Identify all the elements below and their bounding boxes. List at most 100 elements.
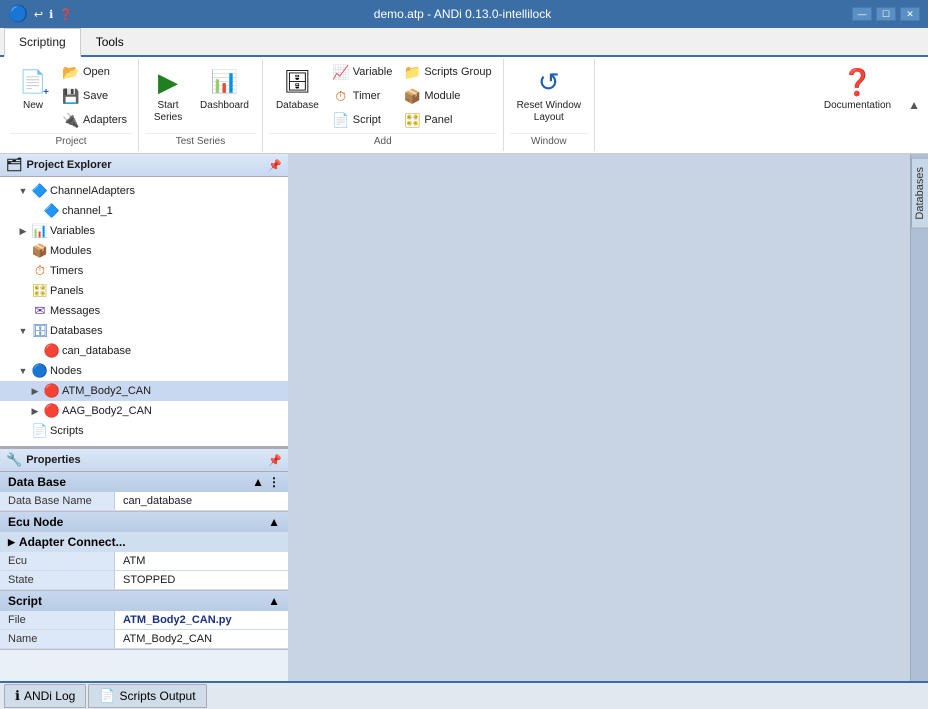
- section-ecunode-label: Ecu Node: [8, 515, 63, 529]
- title-bar: 🔵 ↩ ℹ ❓ demo.atp - ANDi 0.13.0-intellilo…: [0, 0, 928, 28]
- save-label: Save: [83, 90, 108, 102]
- script-button[interactable]: 📄 Script: [328, 109, 398, 131]
- properties-content: Data Base ▲ ⋮ Data Base Name can_databas…: [0, 472, 288, 681]
- tree-item-channeladapters[interactable]: ▼ 🔷 ChannelAdapters: [0, 181, 288, 201]
- databases-label: Databases: [50, 325, 103, 337]
- scripts-group-button[interactable]: 📁 Scripts Group: [399, 61, 496, 83]
- maximize-button[interactable]: ☐: [876, 7, 896, 21]
- timer-icon: ⏱: [333, 88, 349, 104]
- tree-item-atmbody2can[interactable]: ▶ 🔴 ATM_Body2_CAN: [0, 381, 288, 401]
- properties-controls: 📌: [268, 454, 282, 467]
- props-label-ecu: Ecu: [0, 552, 115, 570]
- timer-button[interactable]: ⏱ Timer: [328, 85, 398, 107]
- properties-header-icon: 🔧: [6, 452, 22, 468]
- section-script-header[interactable]: Script ▲: [0, 591, 288, 611]
- properties-title: Properties: [26, 454, 80, 466]
- ribbon-group-testseries: ▶ Start Series 📊 Dashboard Test Series: [139, 59, 263, 151]
- section-database: Data Base ▲ ⋮ Data Base Name can_databas…: [0, 472, 288, 512]
- props-value-file[interactable]: ATM_Body2_CAN.py: [115, 611, 288, 629]
- start-series-icon: ▶: [152, 66, 184, 98]
- tree-item-channel1[interactable]: 🔷 channel_1: [0, 201, 288, 221]
- nodes-label: Nodes: [50, 365, 82, 377]
- channel1-label: channel_1: [62, 205, 113, 217]
- quick-access-help[interactable]: ❓: [59, 8, 73, 21]
- props-value-state[interactable]: STOPPED: [115, 571, 288, 589]
- adapters-button[interactable]: 🔌 Adapters: [58, 109, 132, 131]
- props-value-name[interactable]: ATM_Body2_CAN: [115, 630, 288, 648]
- channeladapters-icon: 🔷: [32, 183, 48, 199]
- tree-item-aagbody2can[interactable]: ▶ 🔴 AAG_Body2_CAN: [0, 401, 288, 421]
- tree-item-scripts[interactable]: 📄 Scripts: [0, 421, 288, 441]
- panel-button[interactable]: 🎛 Panel: [399, 109, 496, 131]
- chevron-right3-icon: ▶: [28, 406, 42, 417]
- ribbon-collapse-btn[interactable]: ▲: [904, 59, 924, 151]
- messages-label: Messages: [50, 305, 100, 317]
- project-group-label: Project: [10, 133, 132, 149]
- props-sub-adapter[interactable]: ▶ Adapter Connect...: [0, 532, 288, 552]
- section-script-collapse-icon: ▲: [268, 594, 280, 608]
- tree-item-variables[interactable]: ▶ 📊 Variables: [0, 221, 288, 241]
- scripts-output-tab[interactable]: 📄 Scripts Output: [88, 684, 206, 708]
- tree-item-modules[interactable]: 📦 Modules: [0, 241, 288, 261]
- add-small-buttons: 📈 Variable ⏱ Timer 📄 Script: [328, 61, 398, 131]
- module-button[interactable]: 📦 Module: [399, 85, 496, 107]
- scripts-label: Scripts: [50, 425, 84, 437]
- reset-window-button[interactable]: ↺ Reset Window Layout: [510, 61, 588, 129]
- andi-log-label: ANDi Log: [24, 689, 75, 703]
- databases-sidebar-tab[interactable]: Databases: [911, 158, 928, 229]
- ribbon-group-project: 📄 + New 📂 Open 💾 Save 🔌 Adapters: [4, 59, 139, 151]
- dashboard-button[interactable]: 📊 Dashboard: [193, 61, 256, 117]
- start-series-button[interactable]: ▶ Start Series: [145, 61, 191, 129]
- tree-item-nodes[interactable]: ▼ 🔵 Nodes: [0, 361, 288, 381]
- ribbon-spacer: [595, 59, 811, 151]
- props-row-state: State STOPPED: [0, 571, 288, 590]
- variable-button[interactable]: 📈 Variable: [328, 61, 398, 83]
- database-label: Database: [276, 100, 319, 112]
- panels-icon: 🎛: [32, 283, 48, 299]
- tab-tools[interactable]: Tools: [81, 28, 139, 55]
- database-button[interactable]: 🗄 Database: [269, 61, 326, 117]
- props-label-state: State: [0, 571, 115, 589]
- quick-access-1[interactable]: ↩: [34, 8, 43, 21]
- section-ecunode-header[interactable]: Ecu Node ▲: [0, 512, 288, 532]
- tree-item-timers[interactable]: ⏱ Timers: [0, 261, 288, 281]
- reset-window-icon: ↺: [533, 66, 565, 98]
- properties-header: 🔧 Properties 📌: [0, 449, 288, 472]
- props-row-name: Name ATM_Body2_CAN: [0, 630, 288, 649]
- props-pin-icon[interactable]: 📌: [268, 454, 282, 467]
- new-button[interactable]: 📄 + New: [10, 61, 56, 117]
- window-group-label: Window: [510, 133, 588, 149]
- ribbon-group-window-content: ↺ Reset Window Layout: [510, 61, 588, 131]
- modules-icon: 📦: [32, 243, 48, 259]
- module-icon: 📦: [404, 88, 420, 104]
- tab-scripting[interactable]: Scripting: [4, 28, 81, 57]
- panel-pin-icon[interactable]: 📌: [268, 159, 282, 172]
- save-button[interactable]: 💾 Save: [58, 85, 132, 107]
- module-label: Module: [424, 90, 460, 102]
- adapters-icon: 🔌: [63, 112, 79, 128]
- variable-icon: 📈: [333, 64, 349, 80]
- dashboard-label: Dashboard: [200, 100, 249, 112]
- quick-access-info[interactable]: ℹ: [49, 8, 53, 21]
- tree-item-panels[interactable]: 🎛 Panels: [0, 281, 288, 301]
- props-value-ecu[interactable]: ATM: [115, 552, 288, 570]
- close-button[interactable]: ✕: [900, 7, 920, 21]
- open-label: Open: [83, 66, 110, 78]
- dashboard-icon: 📊: [208, 66, 240, 98]
- tree-item-databases[interactable]: ▼ 🗄 Databases: [0, 321, 288, 341]
- candatabase-icon: 🔴: [44, 343, 60, 359]
- documentation-button[interactable]: ❓ Documentation: [817, 61, 898, 117]
- chevron-down-icon: ▼: [16, 186, 30, 196]
- minimize-button[interactable]: —: [852, 7, 872, 21]
- tree-item-messages[interactable]: ✉ Messages: [0, 301, 288, 321]
- documentation-icon: ❓: [841, 66, 873, 98]
- props-value-dbname[interactable]: can_database: [115, 492, 288, 510]
- section-database-header[interactable]: Data Base ▲ ⋮: [0, 472, 288, 492]
- project-explorer-title: Project Explorer: [27, 159, 112, 171]
- tree-item-candatabase[interactable]: 🔴 can_database: [0, 341, 288, 361]
- open-button[interactable]: 📂 Open: [58, 61, 132, 83]
- andi-log-tab[interactable]: ℹ ANDi Log: [4, 684, 86, 708]
- timers-icon: ⏱: [32, 263, 48, 279]
- window-controls: — ☐ ✕: [852, 7, 920, 21]
- messages-icon: ✉: [32, 303, 48, 319]
